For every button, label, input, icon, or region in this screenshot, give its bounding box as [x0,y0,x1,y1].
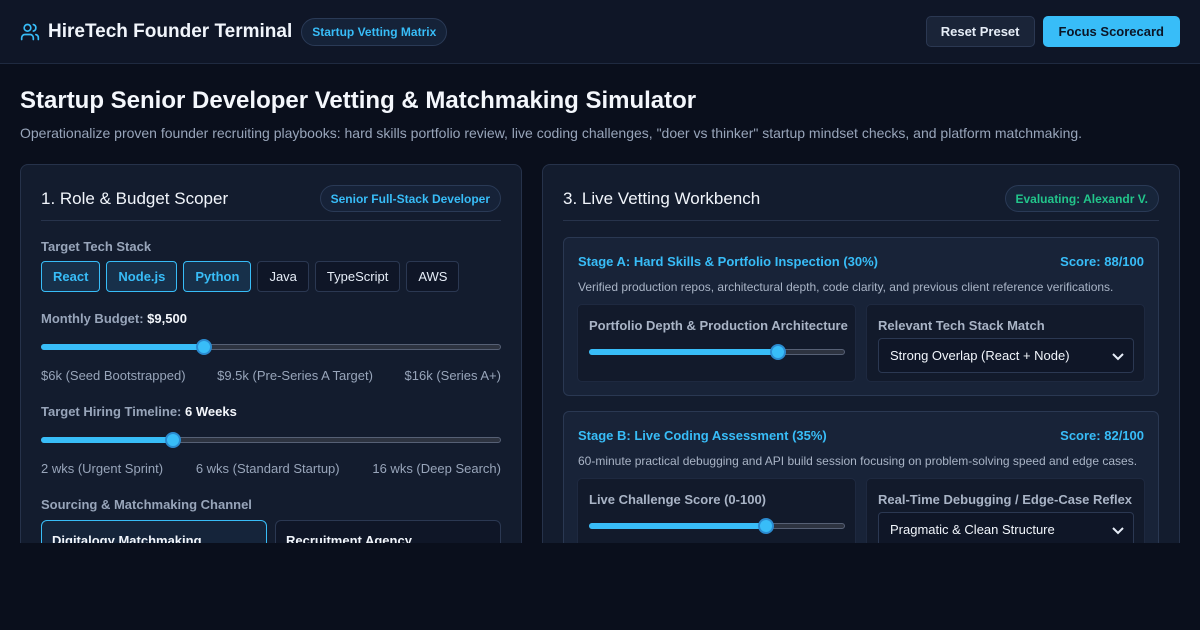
portfolio-depth-slider[interactable] [589,344,845,360]
budget-slider-thumb[interactable] [195,339,212,355]
budget-scale-min: $6k (Seed Bootstrapped) [41,368,186,383]
channel-option-agency[interactable]: Recruitment Agency [275,520,501,543]
header-badge: Startup Vetting Matrix [301,17,448,46]
stage-a-score: Score: 88/100 [1060,254,1144,269]
channel-option-label: Recruitment Agency [286,533,412,543]
role-badge: Senior Full-Stack Developer [319,185,501,212]
stack-match-field: Relevant Tech Stack Match Strong Overlap… [866,304,1145,382]
debugging-reflex-label: Real-Time Debugging / Edge-Case Reflex [878,492,1133,507]
portfolio-depth-label: Portfolio Depth & Production Architectur… [589,318,848,333]
stage-b-card: Stage B: Live Coding Assessment (35%) Sc… [563,411,1159,543]
chip-aws[interactable]: AWS [406,261,460,292]
top-bar: HireTech Founder Terminal Startup Vettin… [0,0,1200,64]
live-challenge-field: Live Challenge Score (0-100) [577,478,856,543]
budget-scale-max: $16k (Series A+) [404,368,501,383]
budget-label-text: Monthly Budget: [41,311,144,326]
chevron-down-icon [1111,523,1125,537]
evaluating-badge: Evaluating: Alexandr V. [1004,185,1159,212]
channel-option-label: Digitalogy Matchmaking [52,533,202,543]
stage-b-score: Score: 82/100 [1060,428,1144,443]
stage-a-description: Verified production repos, architectural… [578,280,1114,294]
focus-scorecard-button[interactable]: Focus Scorecard [1042,16,1180,47]
timeline-scale-mid: 6 wks (Standard Startup) [195,461,340,476]
live-challenge-label: Live Challenge Score (0-100) [589,492,767,507]
timeline-slider[interactable] [41,432,501,448]
page-subtitle: Operationalize proven founder recruiting… [20,125,1083,141]
reset-preset-button[interactable]: Reset Preset [925,16,1035,47]
timeline-scale: 2 wks (Urgent Sprint) 6 wks (Standard St… [41,461,501,476]
chip-nodejs[interactable]: Node.js [106,261,178,292]
chip-typescript[interactable]: TypeScript [314,261,401,292]
tech-stack-label: Target Tech Stack [41,239,152,254]
stage-b-title: Stage B: Live Coding Assessment (35%) [578,428,827,443]
chip-python[interactable]: Python [183,261,252,292]
budget-label: Monthly Budget: $9,500 [41,311,187,326]
timeline-label-text: Target Hiring Timeline: [41,404,182,419]
users-icon [20,22,40,42]
budget-slider[interactable] [41,339,501,355]
chip-java[interactable]: Java [257,261,309,292]
brand: HireTech Founder Terminal Startup Vettin… [20,17,448,46]
timeline-label: Target Hiring Timeline: 6 Weeks [41,404,237,419]
stack-match-select[interactable]: Strong Overlap (React + Node) [878,338,1134,373]
stage-a-card: Stage A: Hard Skills & Portfolio Inspect… [563,237,1159,396]
budget-scale-mid: $9.5k (Pre-Series A Target) [217,368,373,383]
budget-scale: $6k (Seed Bootstrapped) $9.5k (Pre-Serie… [41,368,501,383]
app-title: HireTech Founder Terminal [48,20,293,42]
timeline-scale-min: 2 wks (Urgent Sprint) [41,461,164,476]
budget-value: $9,500 [147,311,187,326]
panel-title: 1. Role & Budget Scoper [41,189,229,208]
chip-react[interactable]: React [41,261,101,292]
stage-b-description: 60-minute practical debugging and API bu… [578,454,1138,468]
stage-a-title: Stage A: Hard Skills & Portfolio Inspect… [578,254,879,269]
panels-viewport: 1. Role & Budget Scoper Senior Full-Stac… [0,164,1200,543]
role-budget-scoper-panel: 1. Role & Budget Scoper Senior Full-Stac… [20,164,522,543]
tech-stack-chips: React Node.js Python Java TypeScript AWS [41,261,460,292]
timeline-value: 6 Weeks [185,404,237,419]
timeline-scale-max: 16 wks (Deep Search) [372,461,501,476]
live-challenge-slider-thumb[interactable] [757,518,774,534]
channel-label: Sourcing & Matchmaking Channel [41,497,252,512]
panel-title: 3. Live Vetting Workbench [563,189,761,208]
live-challenge-slider[interactable] [589,518,845,534]
debugging-reflex-select[interactable]: Pragmatic & Clean Structure [878,512,1134,543]
stack-match-value: Strong Overlap (React + Node) [890,348,1070,363]
debugging-reflex-field: Real-Time Debugging / Edge-Case Reflex P… [866,478,1145,543]
page-title: Startup Senior Developer Vetting & Match… [20,87,697,114]
live-vetting-workbench-panel: 3. Live Vetting Workbench Evaluating: Al… [542,164,1180,543]
channel-option-digitalogy[interactable]: Digitalogy Matchmaking [41,520,267,543]
portfolio-depth-slider-thumb[interactable] [770,344,787,360]
debugging-reflex-value: Pragmatic & Clean Structure [890,522,1055,537]
portfolio-depth-field: Portfolio Depth & Production Architectur… [577,304,856,382]
timeline-slider-thumb[interactable] [164,432,181,448]
chevron-down-icon [1111,349,1125,363]
stack-match-label: Relevant Tech Stack Match [878,318,1045,333]
